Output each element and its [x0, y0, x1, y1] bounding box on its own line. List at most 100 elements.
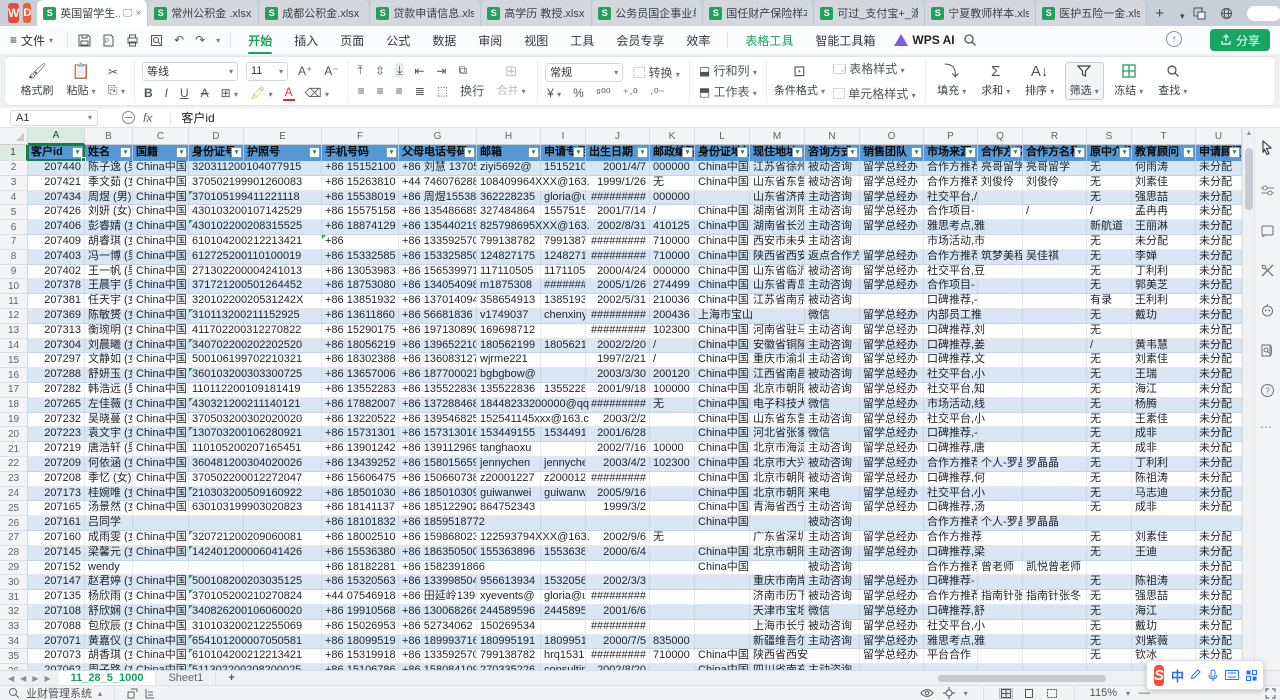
align-middle-icon[interactable]: ⇳ [373, 64, 387, 78]
cell[interactable] [650, 605, 695, 619]
column-header-S[interactable]: S [1087, 128, 1132, 145]
settings-sliders-icon[interactable] [1260, 183, 1276, 199]
cell[interactable]: China中国 [133, 279, 189, 293]
quick-access-chevron-icon[interactable]: ▾ [216, 36, 220, 45]
cell[interactable]: 刘紫薇 [1132, 635, 1196, 649]
cell[interactable] [1023, 413, 1087, 427]
cell[interactable]: 微信 [805, 427, 860, 441]
upload-cloud-icon[interactable]: ↑ [1166, 31, 1182, 47]
filter-dropdown-button[interactable]: ▾ [528, 147, 539, 158]
cell[interactable]: +86 18753080 [322, 279, 399, 293]
row-header[interactable]: 19 [0, 413, 28, 428]
cell[interactable]: China中国 [133, 176, 189, 190]
cell[interactable]: 刘晨曦 (女 [85, 339, 133, 353]
cell[interactable] [695, 620, 750, 634]
cell[interactable]: 未分配 [1196, 383, 1242, 397]
keyboard-icon[interactable] [1225, 670, 1239, 680]
fill-button[interactable]: ⤵ 填充 ▾ [933, 64, 971, 98]
cell[interactable] [860, 294, 924, 308]
cell[interactable]: 何雨涛 [1132, 161, 1196, 175]
column-header-B[interactable]: B [85, 128, 133, 145]
cell[interactable]: 社交平台,小 [924, 487, 978, 501]
row-header[interactable]: 1 [0, 145, 28, 161]
cell[interactable] [978, 649, 1023, 663]
cell[interactable]: +86 1339985047 [399, 575, 477, 589]
cell[interactable]: 社交平台,小 [924, 368, 978, 382]
cell[interactable]: ######### [586, 191, 650, 205]
cell[interactable]: z20001227 [477, 472, 541, 486]
row-header[interactable]: 11 [0, 294, 28, 309]
align-top-icon[interactable]: ⤒ [356, 63, 365, 78]
increase-font-icon[interactable]: A⁺ [296, 64, 314, 78]
cell[interactable] [805, 649, 860, 663]
cell[interactable]: +86 1877000215 [399, 368, 477, 382]
cell[interactable]: 被动咨询 [805, 620, 860, 634]
cell[interactable]: 主动咨询 [805, 664, 860, 670]
cell[interactable]: 留学总经办 [860, 427, 924, 441]
cell[interactable] [695, 531, 750, 545]
cell[interactable]: 000000 [650, 265, 695, 279]
cell[interactable]: +86 13851932 [322, 294, 399, 308]
column-header-C[interactable]: C [133, 128, 189, 145]
cell[interactable]: 2005/1/26 [586, 279, 650, 293]
cell[interactable]: 微信 [805, 605, 860, 619]
cell[interactable]: 社交平台,小 [924, 620, 978, 634]
cell[interactable]: 244589596 [541, 605, 586, 619]
cell[interactable]: China中国 [133, 457, 189, 471]
cell[interactable]: 无 [650, 398, 695, 412]
wrap-text-button[interactable]: 换行 [458, 82, 486, 99]
cell[interactable]: China中国 [695, 546, 750, 560]
cell[interactable]: 2003/2/2 [586, 413, 650, 427]
cell[interactable] [695, 605, 750, 619]
row-header[interactable]: 18 [0, 398, 28, 413]
cell[interactable]: 被动咨询 [805, 516, 860, 530]
fullscreen-icon[interactable] [1265, 688, 1276, 699]
row-header[interactable]: 32 [0, 605, 28, 620]
menu-表格工具[interactable]: 表格工具 [739, 30, 799, 51]
header-cell[interactable]: 父母电话号码▾ [399, 145, 477, 161]
document-tab[interactable]: S高学历 教授.xlsx [481, 0, 592, 26]
cell[interactable]: 北京市海淀 [750, 442, 805, 456]
merge-across-icon[interactable]: ⬚ [435, 84, 450, 98]
cell[interactable]: China中国 [133, 413, 189, 427]
cell[interactable]: +86 15026953 [322, 620, 399, 634]
cell[interactable]: 未分配 [1196, 620, 1242, 634]
cell[interactable]: 曾老师 [978, 561, 1023, 575]
cell[interactable]: 留学总经办 [860, 620, 924, 634]
cell[interactable] [1023, 531, 1087, 545]
cell[interactable]: 陕西省西安 [750, 250, 805, 264]
row-header[interactable]: 20 [0, 427, 28, 442]
cell[interactable]: +86 56681836 [399, 309, 477, 323]
cell[interactable]: 社交平台,豆 [924, 265, 978, 279]
cell[interactable]: 刘妍 (女) [85, 205, 133, 219]
column-header-P[interactable]: P [924, 128, 978, 145]
cell[interactable]: 市场活动,线 [924, 398, 978, 412]
file-menu[interactable]: ≡ 文件▾ [0, 32, 61, 49]
sheet-nav-arrow-icon[interactable]: ◀ [20, 674, 26, 683]
cell[interactable] [650, 590, 695, 604]
currency-icon[interactable]: ¥ ▾ [545, 86, 563, 100]
cell[interactable]: 未分配 [1196, 472, 1242, 486]
cell[interactable]: 刘俊伶 [978, 176, 1023, 190]
cell[interactable]: 110112200109181419 [189, 383, 244, 397]
menu-工具[interactable]: 工具 [564, 30, 600, 51]
cell[interactable]: 180995191 [477, 635, 541, 649]
cell[interactable]: +86 18002510 [322, 531, 399, 545]
cell[interactable] [133, 516, 189, 530]
cell[interactable]: 207403 [28, 250, 85, 264]
cell[interactable]: 北京市朝阳 [750, 487, 805, 501]
cell[interactable]: 口碑推荐,唐 [924, 442, 978, 456]
more-options-icon[interactable]: ⋯ [1260, 420, 1276, 436]
cell[interactable] [586, 516, 650, 530]
cell[interactable]: China中国 [133, 501, 189, 515]
cell[interactable]: China中国 [695, 294, 750, 308]
cell[interactable]: 未分配 [1196, 546, 1242, 560]
cell[interactable]: 102300 [650, 457, 695, 471]
cell[interactable]: 117110505 [477, 265, 541, 279]
cell[interactable]: 无 [1087, 398, 1132, 412]
cell[interactable]: 杨腾 [1132, 398, 1196, 412]
zoom-chevron-icon[interactable]: ▾ [1126, 689, 1130, 698]
merge-cells-button[interactable]: ⊞ 合并 ▾ [492, 64, 530, 98]
cell[interactable]: 合作方推荐 [924, 516, 978, 530]
cell[interactable]: 主动咨询 [805, 220, 860, 234]
